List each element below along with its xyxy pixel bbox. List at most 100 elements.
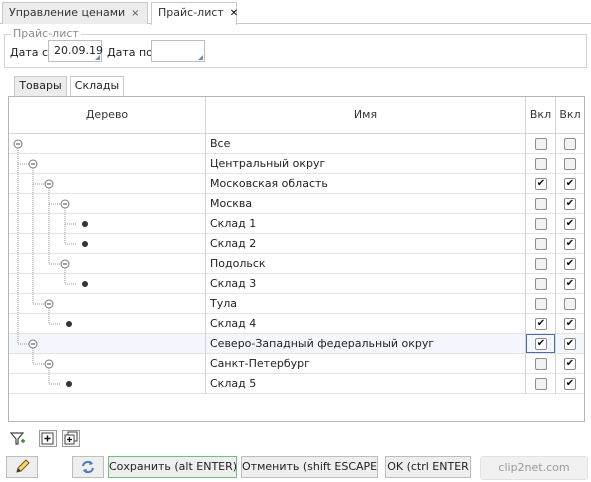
enabled-checkbox[interactable] [535,218,547,230]
name-cell[interactable]: Центральный округ [206,154,526,174]
tab-price-list[interactable]: Прайс-лист ✕ [151,2,238,25]
save-button[interactable]: Сохранить (alt ENTER) [108,456,237,478]
enabled-cell [526,134,556,154]
enabled-cell [556,154,584,174]
enabled-checkbox[interactable]: ✔ [564,358,576,370]
enabled-checkbox[interactable] [564,158,576,170]
tab-label: Прайс-лист [158,6,224,19]
enabled-cell [556,294,584,314]
name-cell[interactable]: Все [206,134,526,154]
focused-cell-outline [526,334,555,353]
name-cell[interactable]: Московская область [206,174,526,194]
enabled-checkbox[interactable]: ✔ [564,238,576,250]
name-cell[interactable]: Склад 1 [206,214,526,234]
dropdown-corner-icon [198,55,203,60]
enabled-checkbox[interactable] [535,278,547,290]
enabled-cell [526,194,556,214]
leaf-node-icon [82,221,88,227]
enabled-checkbox[interactable] [535,238,547,250]
enabled-checkbox[interactable]: ✔ [564,338,576,350]
enabled-cell: ✔ [526,174,556,194]
refresh-icon [82,460,94,474]
enabled-cell [526,374,556,394]
tab-goods[interactable]: Товары [14,76,67,96]
enabled-cell: ✔ [556,234,584,254]
warehouse-tree-grid: Дерево Имя Вкл Вкл Все Центральный округ М… [8,96,585,422]
enabled-checkbox[interactable] [535,298,547,310]
date-to-field[interactable] [151,40,205,62]
enabled-checkbox[interactable] [535,378,547,390]
name-cell[interactable]: Подольск [206,254,526,274]
enabled-cell [526,154,556,174]
ok-button[interactable]: OK (ctrl ENTER [385,456,471,478]
enabled-cell [526,354,556,374]
close-icon[interactable]: × [131,8,139,19]
leaf-node-icon [82,281,88,287]
enabled-checkbox[interactable] [535,138,547,150]
tab-warehouses[interactable]: Склады [70,76,124,97]
enabled-cell: ✔ [556,194,584,214]
enabled-checkbox[interactable] [535,258,547,270]
enabled-cell: ✔ [556,334,584,354]
name-cell[interactable]: Северо-Западный федеральный округ [206,334,526,354]
enabled-cell: ✔ [526,314,556,334]
enabled-checkbox[interactable] [564,298,576,310]
column-header-enabled-2[interactable]: Вкл [556,97,584,133]
enabled-cell [526,234,556,254]
enabled-checkbox[interactable]: ✔ [564,198,576,210]
enabled-checkbox[interactable]: ✔ [564,178,576,190]
enabled-checkbox[interactable] [535,198,547,210]
enabled-cell [556,134,584,154]
date-from-field[interactable]: 20.09.19 [48,40,103,62]
enabled-checkbox[interactable]: ✔ [564,258,576,270]
enabled-checkbox[interactable]: ✔ [564,278,576,290]
enabled-checkbox[interactable]: ✔ [564,378,576,390]
enabled-checkbox[interactable]: ✔ [564,318,576,330]
leaf-node-icon [66,321,72,327]
column-header-name[interactable]: Имя [206,97,526,133]
enabled-cell [526,294,556,314]
enabled-cell: ✔ [556,174,584,194]
enabled-cell [526,214,556,234]
enabled-cell: ✔ [556,314,584,334]
date-to-label: Дата по [107,46,153,59]
name-cell[interactable]: Склад 2 [206,234,526,254]
name-cell[interactable]: Склад 4 [206,314,526,334]
date-from-label: Дата с [10,46,49,59]
dropdown-corner-icon [95,55,100,60]
enabled-checkbox[interactable]: ✔ [535,178,547,190]
name-cell[interactable]: Санкт-Петербург [206,354,526,374]
filter-legend: Прайс-лист [11,27,81,40]
name-cell[interactable]: Тула [206,294,526,314]
expand-icon[interactable] [39,430,57,447]
edit-button[interactable] [6,456,38,478]
close-icon[interactable]: ✕ [230,8,238,19]
enabled-cell: ✔ [556,374,584,394]
enabled-checkbox[interactable] [564,138,576,150]
cancel-button[interactable]: Отменить (shift ESCAPE) [241,456,378,478]
enabled-cell: ✔ [556,214,584,234]
enabled-checkbox[interactable] [535,158,547,170]
refresh-button[interactable] [72,456,104,478]
tab-price-management[interactable]: Управление ценами × [2,2,148,24]
enabled-cell: ✔ [556,354,584,374]
enabled-cell: ✔ [556,254,584,274]
tab-label: Управление ценами [9,6,126,19]
watermark-logo: clip2net.com [480,456,588,480]
price-list-filter: Прайс-лист Дата с 20.09.19 Дата по [4,27,587,68]
enabled-cell: ✔ [526,334,556,354]
enabled-checkbox[interactable]: ✔ [535,318,547,330]
name-cell[interactable]: Склад 5 [206,374,526,394]
enabled-checkbox[interactable] [535,358,547,370]
document-tabs: Управление ценами × Прайс-лист ✕ [0,0,591,25]
tree-lines [13,139,88,387]
filter-add-icon[interactable] [9,430,27,447]
name-cell[interactable]: Москва [206,194,526,214]
column-header-enabled-1[interactable]: Вкл [526,97,556,133]
leaf-node-icon [66,381,72,387]
expand-all-icon[interactable] [62,430,80,447]
enabled-cell: ✔ [556,274,584,294]
pencil-icon [16,459,30,473]
name-cell[interactable]: Склад 3 [206,274,526,294]
enabled-checkbox[interactable]: ✔ [564,218,576,230]
